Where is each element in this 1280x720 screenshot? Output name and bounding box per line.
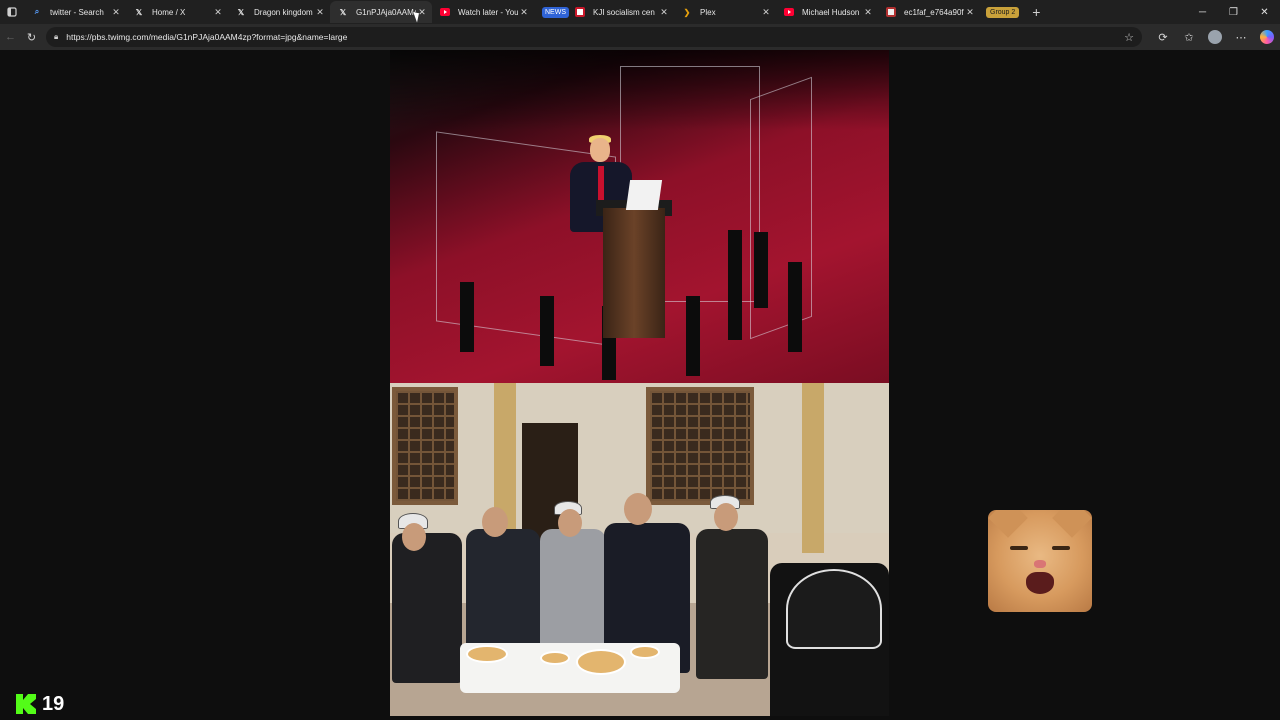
close-icon[interactable]: ✕: [658, 7, 670, 18]
media-image[interactable]: [390, 50, 889, 716]
x-logo-icon: 𝕏: [237, 7, 245, 17]
viewer-count: 19: [42, 692, 65, 715]
tab-strip: ⌕ twitter - Search ✕ 𝕏 Home / X ✕ 𝕏 Drag…: [0, 0, 1280, 24]
wooden-pillar: [802, 383, 824, 553]
address-bar[interactable]: 🔒︎ https://pbs.twimg.com/media/G1nPJAja0…: [46, 27, 1142, 47]
cat-eye: [1010, 546, 1028, 550]
close-icon[interactable]: ✕: [314, 7, 326, 18]
close-window-icon[interactable]: ✕: [1249, 0, 1280, 24]
speaker-head: [590, 138, 610, 162]
new-tab-plus-icon[interactable]: +: [1025, 1, 1047, 23]
stream-viewer-counter: 19: [16, 692, 64, 716]
speaker-column: [788, 262, 802, 352]
tab-title: KJI socialism cen: [593, 7, 655, 17]
seated-person: [696, 529, 768, 679]
favorite-star-icon[interactable]: ☆: [1124, 31, 1134, 44]
more-menu-icon[interactable]: ⋯: [1228, 25, 1254, 49]
speaker-column: [460, 282, 474, 352]
photo-courtyard-gathering: [390, 383, 889, 716]
food-dish: [576, 649, 626, 675]
tab-kji-socialism[interactable]: NEWS KJI socialism cen ✕: [534, 1, 674, 23]
toolbar: ← ↻ 🔒︎ https://pbs.twimg.com/media/G1nPJ…: [0, 24, 1280, 50]
youtube-icon: [784, 7, 794, 17]
cat-ear: [1052, 510, 1092, 538]
tab-group-label[interactable]: Group 2: [986, 6, 1020, 18]
seated-person: [392, 533, 462, 683]
close-icon[interactable]: ✕: [760, 7, 772, 18]
lattice-window: [646, 387, 754, 505]
cat-face-overlay: [988, 510, 1092, 612]
url-text: https://pbs.twimg.com/media/G1nPJAja0AAM…: [66, 32, 348, 42]
close-icon[interactable]: ✕: [110, 7, 122, 18]
tab-title: Michael Hudson: [802, 7, 860, 17]
tab-title: ec1faf_e764a90f: [904, 7, 964, 17]
cat-mouth: [1026, 572, 1054, 594]
tab-michael-hudson[interactable]: Michael Hudson ✕: [776, 1, 878, 23]
close-icon[interactable]: ✕: [212, 7, 224, 18]
person-head: [714, 503, 738, 531]
tab-title: twitter - Search: [50, 7, 104, 17]
person-head: [558, 509, 582, 537]
favorites-icon[interactable]: ✩: [1176, 25, 1202, 49]
site-info-icon[interactable]: 🔒︎: [54, 32, 58, 42]
person-head: [624, 493, 652, 525]
tab-title: Home / X: [152, 7, 186, 17]
page-viewport: [0, 50, 1280, 720]
x-logo-icon: 𝕏: [135, 7, 143, 17]
copilot-icon[interactable]: [1254, 25, 1280, 49]
teleprompter: [625, 180, 663, 210]
doppa-cap: [786, 569, 882, 649]
speaker-column: [686, 296, 700, 376]
tab-title: Dragon kingdom: [254, 7, 313, 17]
news-site-icon: [575, 7, 585, 17]
speaker-column: [728, 230, 742, 340]
tab-twitter-search[interactable]: ⌕ twitter - Search ✕: [24, 1, 126, 23]
refresh-icon[interactable]: ↻: [21, 25, 42, 49]
youtube-icon: [440, 7, 450, 17]
tab-title: G1nPJAja0AAM4: [356, 7, 416, 17]
close-icon[interactable]: ✕: [964, 7, 976, 18]
minimize-icon[interactable]: ─: [1187, 0, 1218, 24]
restore-icon[interactable]: ❐: [1218, 0, 1249, 24]
profile-avatar[interactable]: [1202, 25, 1228, 49]
person-head: [402, 523, 426, 551]
plex-icon: ❯: [683, 7, 691, 17]
tab-plex[interactable]: ❯ Plex ✕: [674, 1, 776, 23]
close-icon[interactable]: ✕: [518, 7, 530, 18]
tab-image-file[interactable]: ec1faf_e764a90f ✕: [878, 1, 980, 23]
tab-home-x[interactable]: 𝕏 Home / X ✕: [126, 1, 228, 23]
cat-nose: [1034, 560, 1046, 568]
food-dish: [540, 651, 570, 665]
tab-watch-later[interactable]: Watch later - You ✕: [432, 1, 534, 23]
podium: [603, 208, 665, 338]
speaker-column: [754, 232, 768, 308]
tab-actions-icon[interactable]: [0, 0, 24, 24]
tab-title: Watch later - You: [458, 7, 518, 17]
cat-ear: [988, 510, 1028, 538]
photo-stage-podium: [390, 50, 889, 383]
x-logo-icon: 𝕏: [339, 7, 347, 17]
extensions-icon[interactable]: ⟳: [1150, 25, 1176, 49]
lattice-window: [392, 387, 458, 505]
cat-eye: [1052, 546, 1070, 550]
window-controls: ─ ❐ ✕: [1187, 0, 1280, 24]
image-icon: [886, 7, 896, 17]
tab-dragon-kingdom[interactable]: 𝕏 Dragon kingdom ✕: [228, 1, 330, 23]
food-dish: [630, 645, 660, 659]
news-group-badge[interactable]: NEWS: [542, 6, 569, 18]
kick-logo-icon: [16, 694, 36, 714]
search-icon: ⌕: [34, 7, 40, 16]
back-arrow-icon[interactable]: ←: [0, 25, 21, 49]
food-dish: [466, 645, 508, 663]
close-icon[interactable]: ✕: [862, 7, 874, 18]
speaker-column: [540, 296, 554, 366]
tab-title: Plex: [700, 7, 716, 17]
person-head: [482, 507, 508, 537]
